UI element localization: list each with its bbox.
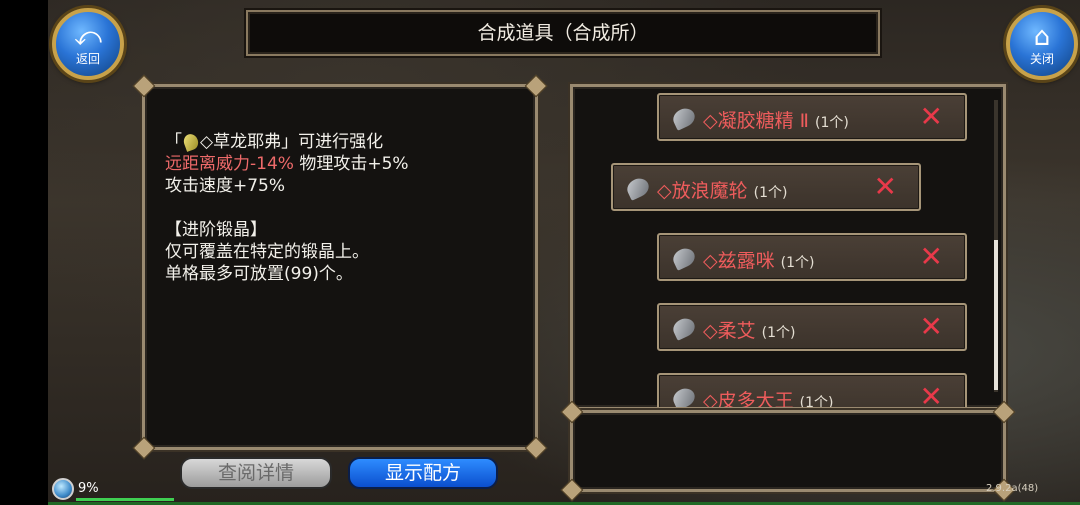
material-icon — [624, 175, 652, 201]
status-orb-icon[interactable] — [52, 478, 74, 500]
material-icon — [670, 385, 698, 407]
description-line-2: 远距离威力-14% 物理攻击+5% — [165, 154, 409, 174]
material-name: ◇皮多大王 (1个) — [703, 390, 834, 410]
description-blank — [165, 197, 525, 219]
back-label: 返回 — [75, 52, 100, 66]
back-arrow-icon: ⤺ — [74, 22, 102, 52]
remove-icon[interactable]: ✕ — [874, 171, 897, 203]
description-line-1: 「◇草龙耶弗」可进行强化 — [165, 132, 384, 152]
show-recipe-button[interactable]: 显示配方 — [348, 457, 498, 489]
description-line-3: 攻击速度+75% — [165, 176, 286, 196]
scrollbar-thumb[interactable] — [994, 240, 998, 390]
list-item[interactable]: ◇柔艾 (1个) ✕ — [657, 303, 967, 351]
remove-icon[interactable]: ✕ — [920, 381, 943, 408]
material-list-panel[interactable]: ◇凝胶糖精 Ⅱ (1个) ✕ ◇放浪魔轮 (1个) ✕ ◇兹露咪 (1个) ✕ ◇柔艾… — [570, 84, 1006, 410]
list-item[interactable]: ◇放浪魔轮 (1个) ✕ — [611, 163, 921, 211]
item-description: 「◇草龙耶弗」可进行强化 远距离威力-14% 物理攻击+5% 攻击速度+75% … — [165, 131, 525, 285]
progress-percent: 9% — [78, 481, 99, 496]
material-icon — [670, 245, 698, 271]
description-panel: 「◇草龙耶弗」可进行强化 远距离威力-14% 物理攻击+5% 攻击速度+75% … — [132, 74, 548, 460]
progress-bar — [76, 498, 174, 501]
remove-icon[interactable]: ✕ — [920, 101, 943, 133]
close-label: 关闭 — [1029, 52, 1054, 66]
view-details-button[interactable]: 查阅详情 — [180, 457, 332, 489]
material-icon — [670, 315, 698, 341]
description-line-5: 【进阶锻晶】 — [165, 220, 267, 240]
list-item[interactable]: ◇兹露咪 (1个) ✕ — [657, 233, 967, 281]
negative-stat: 远距离威力-14% — [165, 154, 294, 174]
result-panel — [560, 400, 1016, 502]
home-icon: ⌂ — [1033, 22, 1051, 52]
version-label: 2.9.2a(48) — [986, 483, 1039, 494]
remove-icon[interactable]: ✕ — [920, 311, 943, 343]
list-item[interactable]: ◇皮多大王 (1个) ✕ — [657, 373, 967, 410]
remove-icon[interactable]: ✕ — [920, 241, 943, 273]
back-button[interactable]: ⤺ 返回 — [52, 8, 124, 80]
gem-icon — [181, 132, 201, 152]
page-title: 合成道具（合成所） — [246, 10, 880, 56]
material-name: ◇凝胶糖精 Ⅱ (1个) — [703, 110, 849, 132]
material-name: ◇柔艾 (1个) — [703, 320, 796, 342]
material-icon — [670, 105, 698, 131]
material-name: ◇兹露咪 (1个) — [703, 250, 815, 272]
close-button[interactable]: ⌂ 关闭 — [1006, 8, 1078, 80]
description-line-6: 仅可覆盖在特定的锻晶上。 — [165, 242, 369, 262]
material-name: ◇放浪魔轮 (1个) — [657, 180, 788, 202]
list-item[interactable]: ◇凝胶糖精 Ⅱ (1个) ✕ — [657, 93, 967, 141]
screen-edge — [0, 0, 48, 505]
description-line-7: 单格最多可放置(99)个。 — [165, 264, 353, 284]
